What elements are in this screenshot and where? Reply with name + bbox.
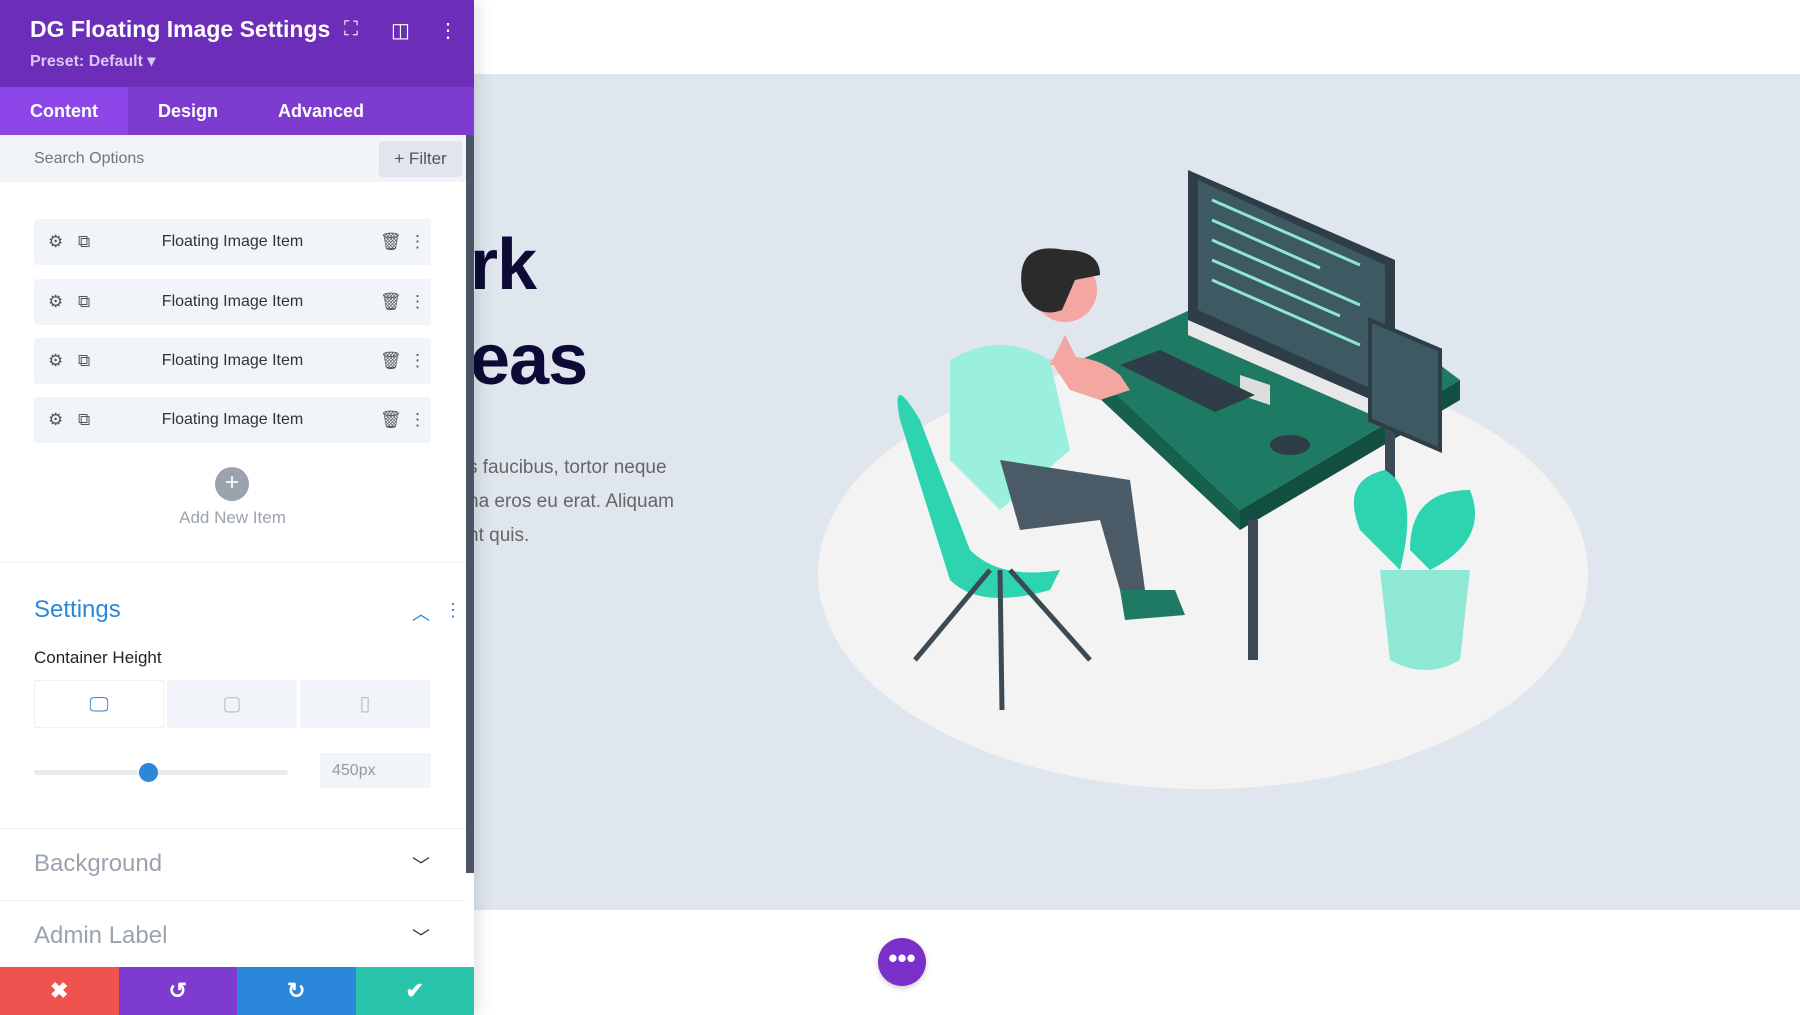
preset-dropdown[interactable]: Preset: Default ▾ xyxy=(30,51,444,71)
admin-label-section-title[interactable]: Admin Label xyxy=(34,922,167,950)
divider xyxy=(0,828,466,829)
filter-button[interactable]: + Filter xyxy=(379,141,462,177)
desktop-device-button[interactable]: 🖵 xyxy=(34,680,164,728)
trash-icon[interactable]: 🗑 xyxy=(380,338,402,384)
slider-handle[interactable] xyxy=(139,763,159,782)
search-bar: + Filter xyxy=(0,135,474,182)
trash-icon[interactable]: 🗑 xyxy=(380,397,402,443)
list-item[interactable]: ⚙ ⧉ Floating Image Item 🗑 ⋮ xyxy=(34,219,431,265)
undo-button[interactable]: ↺ xyxy=(118,967,237,1015)
tab-design[interactable]: Design xyxy=(128,87,248,135)
tab-advanced[interactable]: Advanced xyxy=(248,87,394,135)
settings-section-title[interactable]: Settings xyxy=(34,596,121,624)
hero-text-line: s faucibus, tortor neque xyxy=(468,457,667,478)
item-label: Floating Image Item xyxy=(161,352,304,369)
save-button[interactable]: ✔ xyxy=(355,967,474,1015)
trash-icon[interactable]: 🗑 xyxy=(380,279,402,325)
trash-icon[interactable]: 🗑 xyxy=(380,219,402,265)
list-item[interactable]: ⚙ ⧉ Floating Image Item 🗑 ⋮ xyxy=(34,338,431,384)
panel-title: DG Floating Image Settings xyxy=(30,16,331,42)
cancel-button[interactable]: ✖ xyxy=(0,967,119,1015)
undo-icon: ↺ xyxy=(168,978,187,1003)
tab-content[interactable]: Content xyxy=(0,87,128,135)
panel-header: DG Floating Image Settings Preset: Defau… xyxy=(0,0,474,87)
settings-panel: DG Floating Image Settings Preset: Defau… xyxy=(0,0,474,1015)
fullscreen-icon[interactable]: ⛶ xyxy=(344,18,358,41)
close-icon: ✖ xyxy=(50,978,69,1003)
more-icon[interactable]: ⋮ xyxy=(409,279,426,325)
divider xyxy=(0,562,466,563)
page-options-button[interactable]: ••• xyxy=(878,938,926,986)
more-icon[interactable]: ⋮ xyxy=(409,219,426,265)
section-more-icon[interactable]: ⋮ xyxy=(444,600,462,621)
item-label: Floating Image Item xyxy=(161,293,304,310)
list-item[interactable]: ⚙ ⧉ Floating Image Item 🗑 ⋮ xyxy=(34,397,431,443)
redo-button[interactable]: ↻ xyxy=(237,967,356,1015)
tablet-device-button[interactable]: ▢ xyxy=(167,680,297,728)
developer-illustration xyxy=(818,170,1588,789)
hero-heading-line2: eas xyxy=(470,320,588,400)
container-height-label: Container Height xyxy=(34,648,162,667)
item-label: Floating Image Item xyxy=(161,411,304,428)
add-item-button[interactable]: + xyxy=(215,467,249,501)
add-new-item-label[interactable]: Add New Item xyxy=(0,508,465,528)
container-height-input[interactable] xyxy=(320,753,431,788)
container-height-slider[interactable] xyxy=(34,763,288,782)
check-icon: ✔ xyxy=(405,978,424,1003)
hero-text-line: na eros eu erat. Aliquam xyxy=(468,491,674,512)
chevron-down-icon[interactable]: ﹀ xyxy=(412,852,430,878)
background-section-title[interactable]: Background xyxy=(34,850,162,878)
hero-text-line: nt quis. xyxy=(468,525,530,546)
more-icon[interactable]: ⋮ xyxy=(409,338,426,384)
more-options-icon[interactable]: ⋮ xyxy=(438,18,458,43)
panel-tabs: Content Design Advanced xyxy=(0,87,474,135)
chevron-up-icon[interactable]: ︿ xyxy=(412,600,430,626)
scrollbar[interactable] xyxy=(466,135,474,873)
item-label: Floating Image Item xyxy=(161,233,304,250)
tablet-icon: ▢ xyxy=(222,693,242,715)
more-icon[interactable]: ⋮ xyxy=(409,397,426,443)
search-input[interactable] xyxy=(0,135,300,182)
phone-device-button[interactable]: ▯ xyxy=(300,680,430,728)
desktop-icon: 🖵 xyxy=(89,694,109,716)
list-item[interactable]: ⚙ ⧉ Floating Image Item 🗑 ⋮ xyxy=(34,279,431,325)
chevron-down-icon[interactable]: ﹀ xyxy=(412,924,430,950)
divider xyxy=(0,900,466,901)
action-bar: ✖ ↺ ↻ ✔ xyxy=(0,967,474,1015)
phone-icon: ▯ xyxy=(359,693,371,715)
redo-icon: ↻ xyxy=(287,978,306,1003)
split-view-icon[interactable]: ◫ xyxy=(391,18,410,43)
hero-heading-line1: rk xyxy=(470,225,537,305)
